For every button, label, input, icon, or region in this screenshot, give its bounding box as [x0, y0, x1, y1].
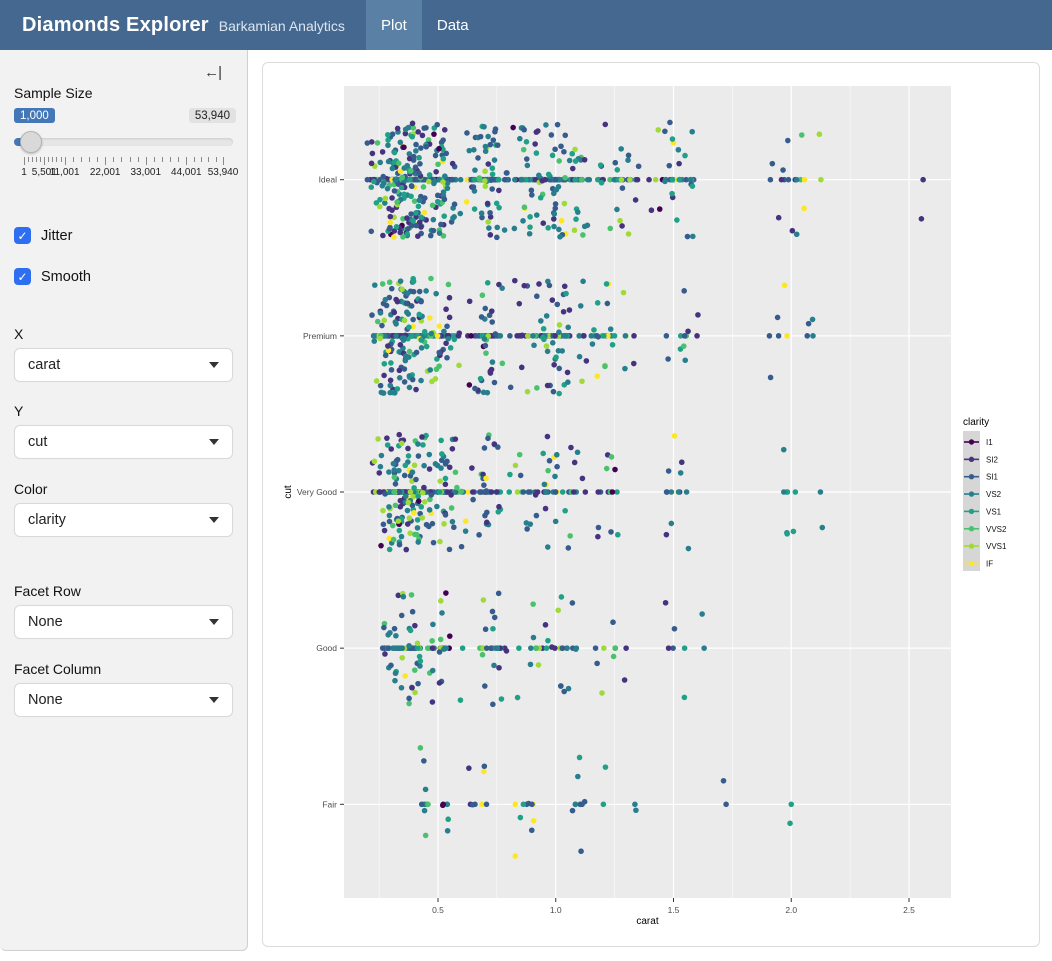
slider-max-badge: 53,940 — [189, 108, 236, 123]
svg-text:1.0: 1.0 — [550, 905, 562, 915]
slider-track[interactable] — [14, 138, 233, 146]
svg-text:VVS2: VVS2 — [986, 525, 1007, 534]
smooth-checkbox-row: ✓ Smooth — [14, 268, 233, 285]
y-select-value: cut — [28, 434, 47, 450]
svg-text:1.5: 1.5 — [668, 905, 680, 915]
svg-text:0.5: 0.5 — [432, 905, 444, 915]
facet-row-select-label: Facet Row — [14, 583, 233, 599]
slider-grid-label: 53,940 — [208, 167, 239, 178]
y-select-label: Y — [14, 403, 233, 419]
nav-tabs: Plot Data — [366, 0, 484, 50]
svg-text:Premium: Premium — [303, 331, 337, 341]
slider-grid-label: 1 — [21, 167, 27, 178]
tab-plot[interactable]: Plot — [366, 0, 422, 50]
jitter-label: Jitter — [41, 228, 72, 244]
content: ←| Sample Size 1,000 53,940 15,50111,001… — [0, 50, 1052, 961]
slider-grid-label: 22,001 — [90, 167, 121, 178]
plot-card: 0.5 1.0 1.5 2.0 2.5 carat Ideal Premium Very Goo… — [262, 62, 1040, 947]
legend: clarity I1 SI2 SI1 VS2 VS1 VVS2 VVS1 IF — [963, 417, 1007, 571]
slider-grid-label: 44,001 — [171, 167, 202, 178]
svg-text:VVS1: VVS1 — [986, 542, 1007, 551]
app-header: Diamonds Explorer Barkamian Analytics Pl… — [0, 0, 1052, 50]
sample-size-label: Sample Size — [14, 85, 233, 101]
facet-column-select-value: None — [28, 692, 63, 708]
app-subtitle: Barkamian Analytics — [219, 18, 345, 34]
app-title: Diamonds Explorer — [22, 14, 209, 37]
svg-text:SI2: SI2 — [986, 455, 999, 464]
chevron-down-icon — [209, 439, 219, 445]
chevron-down-icon — [209, 362, 219, 368]
slider-grid-label: 11,001 — [50, 167, 80, 178]
x-select-label: X — [14, 326, 233, 342]
svg-text:cut: cut — [283, 485, 294, 499]
y-axis: Ideal Premium Very Good Good Fair cut — [283, 175, 344, 810]
jitter-checkbox[interactable]: ✓ — [14, 227, 31, 244]
facet-row-select-value: None — [28, 614, 63, 630]
sidebar: ←| Sample Size 1,000 53,940 15,50111,001… — [0, 50, 248, 951]
svg-text:2.0: 2.0 — [785, 905, 797, 915]
chevron-down-icon — [209, 697, 219, 703]
svg-text:carat: carat — [636, 916, 658, 927]
main-area: 0.5 1.0 1.5 2.0 2.5 carat Ideal Premium Very Goo… — [248, 50, 1052, 961]
svg-text:IF: IF — [986, 559, 993, 568]
color-select-value: clarity — [28, 512, 66, 528]
slider-handle[interactable] — [20, 131, 42, 153]
svg-text:Fair: Fair — [322, 799, 337, 809]
svg-text:SI1: SI1 — [986, 473, 999, 482]
chevron-down-icon — [209, 619, 219, 625]
facet-column-select-label: Facet Column — [14, 661, 233, 677]
svg-text:Very Good: Very Good — [297, 487, 337, 497]
slider-value-badge: 1,000 — [14, 108, 55, 123]
brand: Diamonds Explorer Barkamian Analytics — [0, 14, 366, 37]
sample-size-slider[interactable] — [14, 131, 233, 153]
svg-text:Good: Good — [316, 643, 337, 653]
facet-column-select[interactable]: None — [14, 683, 233, 717]
slider-grid: 15,50111,00122,00133,00144,00153,940 — [24, 157, 223, 181]
x-select-value: carat — [28, 357, 60, 373]
svg-text:VS2: VS2 — [986, 490, 1002, 499]
svg-text:2.5: 2.5 — [903, 905, 915, 915]
y-select[interactable]: cut — [14, 425, 233, 459]
smooth-label: Smooth — [41, 269, 91, 285]
jitter-checkbox-row: ✓ Jitter — [14, 227, 233, 244]
svg-text:VS1: VS1 — [986, 507, 1002, 516]
sidebar-collapse-icon[interactable]: ←| — [204, 64, 221, 81]
svg-text:Ideal: Ideal — [319, 175, 338, 185]
svg-text:I1: I1 — [986, 438, 993, 447]
color-select-label: Color — [14, 481, 233, 497]
x-select[interactable]: carat — [14, 348, 233, 382]
facet-row-select[interactable]: None — [14, 605, 233, 639]
smooth-checkbox[interactable]: ✓ — [14, 268, 31, 285]
tab-data[interactable]: Data — [422, 0, 484, 50]
svg-text:clarity: clarity — [963, 417, 989, 428]
slider-grid-label: 33,001 — [130, 167, 161, 178]
slider-badges: 1,000 53,940 — [14, 108, 233, 125]
diamonds-scatter-plot: 0.5 1.0 1.5 2.0 2.5 carat Ideal Premium Very Goo… — [263, 63, 1039, 946]
x-axis: 0.5 1.0 1.5 2.0 2.5 carat — [432, 898, 915, 927]
chevron-down-icon — [209, 517, 219, 523]
color-select[interactable]: clarity — [14, 503, 233, 537]
